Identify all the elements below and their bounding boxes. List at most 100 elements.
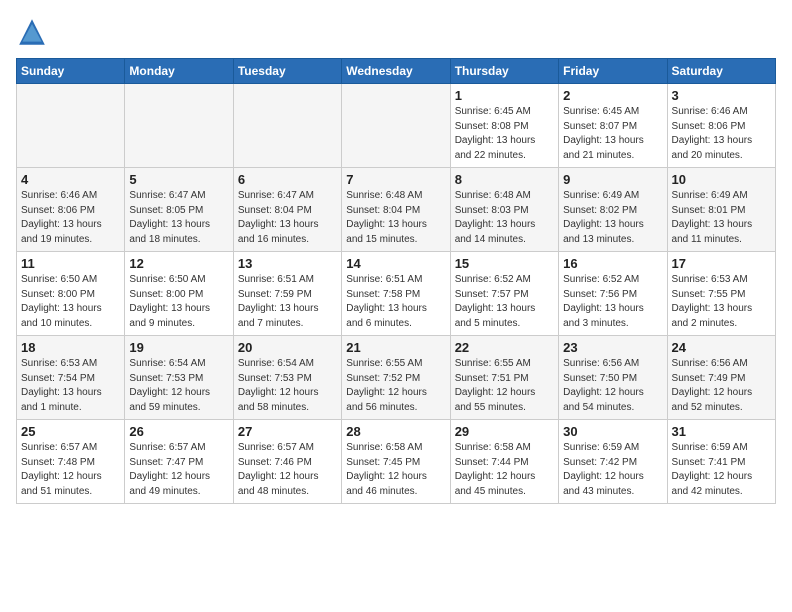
- calendar-cell: 30 Sunrise: 6:59 AM Sunset: 7:42 PM Dayli…: [559, 420, 667, 504]
- calendar-cell: 7 Sunrise: 6:48 AM Sunset: 8:04 PM Daylig…: [342, 168, 450, 252]
- calendar-cell: 23 Sunrise: 6:56 AM Sunset: 7:50 PM Dayli…: [559, 336, 667, 420]
- calendar-week-row: 4 Sunrise: 6:46 AM Sunset: 8:06 PM Daylig…: [17, 168, 776, 252]
- day-number: 22: [455, 340, 554, 355]
- day-info: Sunrise: 6:57 AM Sunset: 7:46 PM Dayligh…: [238, 441, 337, 499]
- calendar-cell: 27 Sunrise: 6:57 AM Sunset: 7:46 PM Dayli…: [233, 420, 341, 504]
- calendar-cell: 29Sunrise: 6:58 AM Sunset: 7:44 PM Dayli…: [450, 420, 558, 504]
- calendar-cell: 3Sunrise: 6:46 AM Sunset: 8:06 PM Daylig…: [667, 84, 775, 168]
- calendar-cell: 4 Sunrise: 6:46 AM Sunset: 8:06 PM Daylig…: [17, 168, 125, 252]
- calendar-cell: 22 Sunrise: 6:55 AM Sunset: 7:51 PM Dayli…: [450, 336, 558, 420]
- header: [16, 16, 776, 48]
- day-info: Sunrise: 6:56 AM Sunset: 7:49 PM Dayligh…: [672, 357, 771, 415]
- day-number: 11: [21, 256, 120, 271]
- day-info: Sunrise: 6:58 AM Sunset: 7:45 PM Dayligh…: [346, 441, 445, 499]
- calendar-cell: 13Sunrise: 6:51 AM Sunset: 7:59 PM Dayli…: [233, 252, 341, 336]
- calendar-cell: 31 Sunrise: 6:59 AM Sunset: 7:41 PM Dayli…: [667, 420, 775, 504]
- day-info: Sunrise: 6:55 AM Sunset: 7:51 PM Dayligh…: [455, 357, 554, 415]
- day-info: Sunrise: 6:49 AM Sunset: 8:02 PM Dayligh…: [563, 189, 662, 247]
- calendar-cell: 24 Sunrise: 6:56 AM Sunset: 7:49 PM Dayli…: [667, 336, 775, 420]
- calendar-cell: 10 Sunrise: 6:49 AM Sunset: 8:01 PM Dayli…: [667, 168, 775, 252]
- day-number: 12: [129, 256, 228, 271]
- day-info: Sunrise: 6:49 AM Sunset: 8:01 PM Dayligh…: [672, 189, 771, 247]
- calendar-week-row: 25 Sunrise: 6:57 AM Sunset: 7:48 PM Dayli…: [17, 420, 776, 504]
- day-number: 30: [563, 424, 662, 439]
- calendar-cell: 28 Sunrise: 6:58 AM Sunset: 7:45 PM Dayli…: [342, 420, 450, 504]
- day-info: Sunrise: 6:52 AM Sunset: 7:57 PM Dayligh…: [455, 273, 554, 331]
- calendar-cell: 5Sunrise: 6:47 AM Sunset: 8:05 PM Daylig…: [125, 168, 233, 252]
- day-number: 15: [455, 256, 554, 271]
- day-number: 14: [346, 256, 445, 271]
- logo-icon: [16, 16, 48, 48]
- day-info: Sunrise: 6:48 AM Sunset: 8:03 PM Dayligh…: [455, 189, 554, 247]
- day-number: 25: [21, 424, 120, 439]
- day-number: 21: [346, 340, 445, 355]
- calendar-header-row: SundayMondayTuesdayWednesdayThursdayFrid…: [17, 59, 776, 84]
- day-info: Sunrise: 6:57 AM Sunset: 7:48 PM Dayligh…: [21, 441, 120, 499]
- day-info: Sunrise: 6:50 AM Sunset: 8:00 PM Dayligh…: [21, 273, 120, 331]
- calendar-cell: 14 Sunrise: 6:51 AM Sunset: 7:58 PM Dayli…: [342, 252, 450, 336]
- calendar-cell: [125, 84, 233, 168]
- day-number: 23: [563, 340, 662, 355]
- day-number: 6: [238, 172, 337, 187]
- calendar-cell: 6 Sunrise: 6:47 AM Sunset: 8:04 PM Daylig…: [233, 168, 341, 252]
- day-info: Sunrise: 6:48 AM Sunset: 8:04 PM Dayligh…: [346, 189, 445, 247]
- day-info: Sunrise: 6:54 AM Sunset: 7:53 PM Dayligh…: [129, 357, 228, 415]
- day-info: Sunrise: 6:53 AM Sunset: 7:54 PM Dayligh…: [21, 357, 120, 415]
- day-info: Sunrise: 6:51 AM Sunset: 7:58 PM Dayligh…: [346, 273, 445, 331]
- day-number: 4: [21, 172, 120, 187]
- calendar-cell: 19 Sunrise: 6:54 AM Sunset: 7:53 PM Dayli…: [125, 336, 233, 420]
- day-number: 24: [672, 340, 771, 355]
- calendar-cell: 20Sunrise: 6:54 AM Sunset: 7:53 PM Dayli…: [233, 336, 341, 420]
- day-info: Sunrise: 6:50 AM Sunset: 8:00 PM Dayligh…: [129, 273, 228, 331]
- calendar-cell: 12 Sunrise: 6:50 AM Sunset: 8:00 PM Dayli…: [125, 252, 233, 336]
- calendar-cell: 16 Sunrise: 6:52 AM Sunset: 7:56 PM Dayli…: [559, 252, 667, 336]
- logo: [16, 16, 52, 48]
- calendar-header-sunday: Sunday: [17, 59, 125, 84]
- day-info: Sunrise: 6:59 AM Sunset: 7:42 PM Dayligh…: [563, 441, 662, 499]
- calendar-cell: 21 Sunrise: 6:55 AM Sunset: 7:52 PM Dayli…: [342, 336, 450, 420]
- day-info: Sunrise: 6:46 AM Sunset: 8:06 PM Dayligh…: [21, 189, 120, 247]
- day-info: Sunrise: 6:55 AM Sunset: 7:52 PM Dayligh…: [346, 357, 445, 415]
- day-info: Sunrise: 6:57 AM Sunset: 7:47 PM Dayligh…: [129, 441, 228, 499]
- calendar-header-friday: Friday: [559, 59, 667, 84]
- day-number: 28: [346, 424, 445, 439]
- day-number: 17: [672, 256, 771, 271]
- calendar-cell: 15 Sunrise: 6:52 AM Sunset: 7:57 PM Dayli…: [450, 252, 558, 336]
- day-info: Sunrise: 6:47 AM Sunset: 8:04 PM Dayligh…: [238, 189, 337, 247]
- calendar-cell: 1 Sunrise: 6:45 AM Sunset: 8:08 PM Daylig…: [450, 84, 558, 168]
- calendar-header-wednesday: Wednesday: [342, 59, 450, 84]
- calendar-cell: 8 Sunrise: 6:48 AM Sunset: 8:03 PM Daylig…: [450, 168, 558, 252]
- day-info: Sunrise: 6:52 AM Sunset: 7:56 PM Dayligh…: [563, 273, 662, 331]
- day-number: 7: [346, 172, 445, 187]
- day-info: Sunrise: 6:45 AM Sunset: 8:07 PM Dayligh…: [563, 105, 662, 163]
- day-info: Sunrise: 6:58 AM Sunset: 7:44 PM Dayligh…: [455, 441, 554, 499]
- day-number: 1: [455, 88, 554, 103]
- day-number: 27: [238, 424, 337, 439]
- day-number: 31: [672, 424, 771, 439]
- calendar-header-thursday: Thursday: [450, 59, 558, 84]
- calendar-cell: 2 Sunrise: 6:45 AM Sunset: 8:07 PM Daylig…: [559, 84, 667, 168]
- calendar-cell: 11 Sunrise: 6:50 AM Sunset: 8:00 PM Dayli…: [17, 252, 125, 336]
- day-number: 8: [455, 172, 554, 187]
- calendar-header-monday: Monday: [125, 59, 233, 84]
- day-number: 26: [129, 424, 228, 439]
- calendar-cell: 25 Sunrise: 6:57 AM Sunset: 7:48 PM Dayli…: [17, 420, 125, 504]
- calendar-cell: [233, 84, 341, 168]
- day-number: 18: [21, 340, 120, 355]
- day-info: Sunrise: 6:45 AM Sunset: 8:08 PM Dayligh…: [455, 105, 554, 163]
- day-info: Sunrise: 6:56 AM Sunset: 7:50 PM Dayligh…: [563, 357, 662, 415]
- day-number: 10: [672, 172, 771, 187]
- calendar-cell: [17, 84, 125, 168]
- calendar: SundayMondayTuesdayWednesdayThursdayFrid…: [16, 58, 776, 504]
- day-number: 5: [129, 172, 228, 187]
- day-number: 19: [129, 340, 228, 355]
- day-info: Sunrise: 6:46 AM Sunset: 8:06 PM Dayligh…: [672, 105, 771, 163]
- calendar-cell: 18 Sunrise: 6:53 AM Sunset: 7:54 PM Dayli…: [17, 336, 125, 420]
- day-number: 20: [238, 340, 337, 355]
- day-number: 13: [238, 256, 337, 271]
- day-number: 16: [563, 256, 662, 271]
- day-number: 9: [563, 172, 662, 187]
- day-number: 2: [563, 88, 662, 103]
- day-info: Sunrise: 6:59 AM Sunset: 7:41 PM Dayligh…: [672, 441, 771, 499]
- calendar-week-row: 1 Sunrise: 6:45 AM Sunset: 8:08 PM Daylig…: [17, 84, 776, 168]
